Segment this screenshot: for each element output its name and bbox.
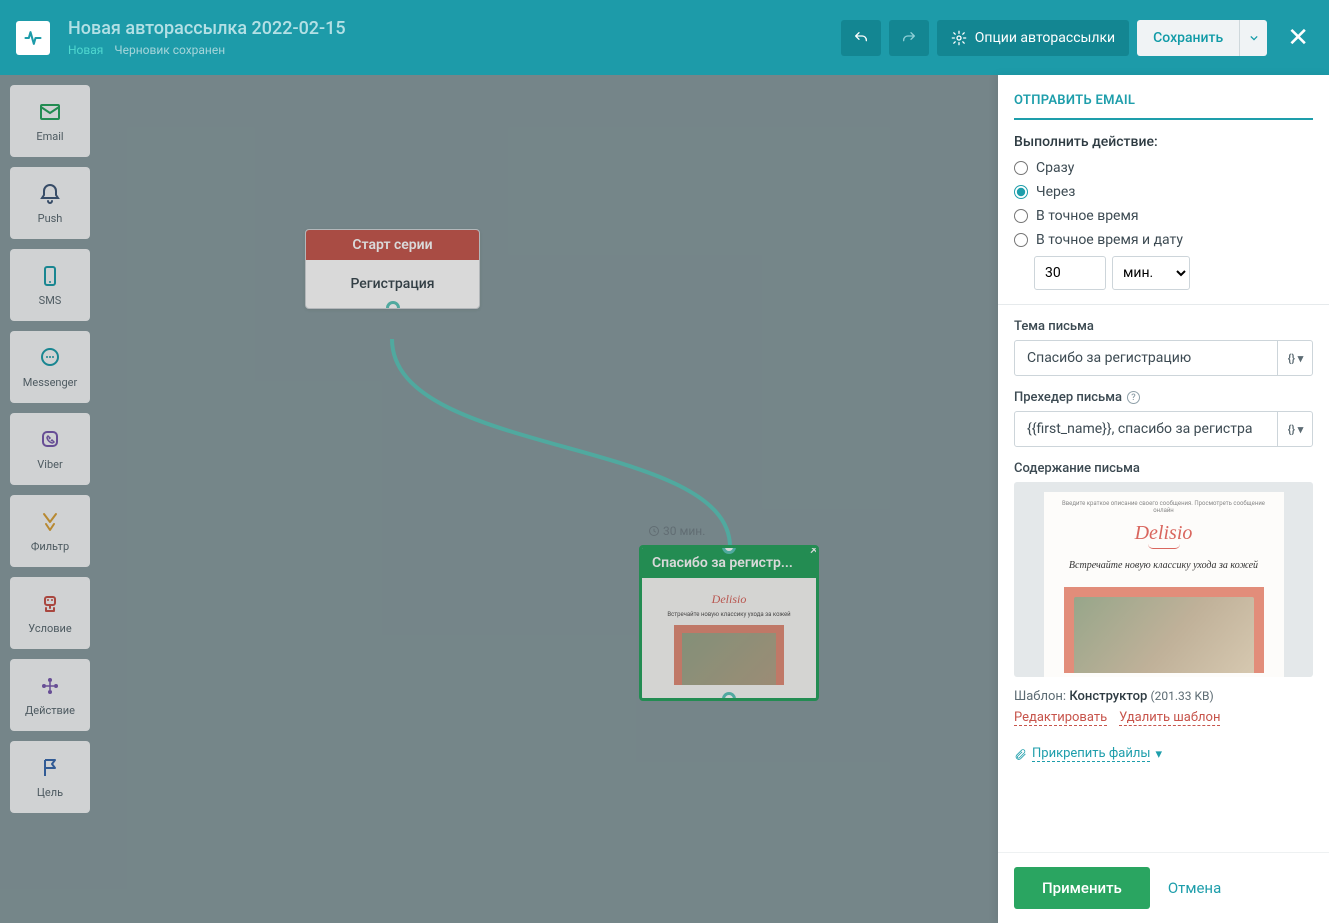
preheader-vars-button[interactable]: {} ▾ <box>1277 411 1313 447</box>
radio-exact-time[interactable]: В точное время <box>1014 208 1313 224</box>
clock-icon <box>648 525 660 537</box>
flow-canvas[interactable]: Старт серии Регистрация 30 мин. ✕ Спасиб… <box>100 75 998 923</box>
radio-after[interactable]: Через <box>1014 184 1313 200</box>
options-button[interactable]: Опции авторассылки <box>937 20 1129 56</box>
gear-icon <box>951 30 967 46</box>
subject-vars-button[interactable]: {} ▾ <box>1277 340 1313 376</box>
app-logo <box>16 21 50 55</box>
email-node-preview: Delisio Встречайте новую классику ухода … <box>642 578 816 698</box>
tool-condition[interactable]: Условие <box>10 577 90 649</box>
subject-input[interactable] <box>1014 340 1313 376</box>
tool-viber[interactable]: Viber <box>10 413 90 485</box>
tool-action[interactable]: Действие <box>10 659 90 731</box>
attach-files[interactable]: Прикрепить файлы ▾ <box>1014 746 1313 762</box>
filter-icon <box>38 510 62 534</box>
email-icon <box>38 100 62 124</box>
delay-badge: 30 мин. <box>648 524 705 538</box>
apply-button[interactable]: Применить <box>1014 867 1150 909</box>
undo-button[interactable] <box>841 20 881 56</box>
top-header: Новая авторассылка 2022-02-15 Новая Черн… <box>0 0 1329 75</box>
status-draft: Черновик сохранен <box>114 43 225 57</box>
radio-immediate[interactable]: Сразу <box>1014 160 1313 176</box>
email-node-port-bottom[interactable] <box>722 692 736 701</box>
save-button[interactable]: Сохранить <box>1137 20 1239 56</box>
start-node-header: Старт серии <box>306 230 479 260</box>
delay-unit-select[interactable]: мин. <box>1112 256 1190 290</box>
panel-title: ОТПРАВИТЬ EMAIL <box>1014 93 1313 120</box>
side-panel: ОТПРАВИТЬ EMAIL Выполнить действие: Сраз… <box>998 75 1329 923</box>
tool-sidebar: Email Push SMS Messenger Viber Фильтр Ус… <box>10 85 90 813</box>
options-label: Опции авторассылки <box>975 30 1115 46</box>
subject-label: Тема письма <box>1014 319 1313 334</box>
panel-footer: Применить Отмена <box>998 852 1329 923</box>
push-icon <box>38 182 62 206</box>
preheader-label: Прехедер письма ? <box>1014 390 1313 405</box>
content-label: Содержание письма <box>1014 461 1313 476</box>
action-icon <box>38 674 62 698</box>
help-icon[interactable]: ? <box>1127 391 1140 404</box>
tool-push[interactable]: Push <box>10 167 90 239</box>
action-label: Выполнить действие: <box>1014 134 1313 150</box>
status-new: Новая <box>68 43 103 57</box>
cancel-link[interactable]: Отмена <box>1168 879 1221 897</box>
tool-sms[interactable]: SMS <box>10 249 90 321</box>
messenger-icon <box>38 346 62 370</box>
delete-template-link[interactable]: Удалить шаблон <box>1119 710 1220 726</box>
close-button[interactable]: ✕ <box>1283 23 1313 53</box>
title-block: Новая авторассылка 2022-02-15 Новая Черн… <box>68 18 841 57</box>
page-title: Новая авторассылка 2022-02-15 <box>68 18 841 39</box>
chevron-down-icon: ▾ <box>1155 747 1162 762</box>
start-node[interactable]: Старт серии Регистрация <box>305 229 480 309</box>
email-node[interactable]: ✕ Спасибо за регистр... Delisio Встречай… <box>639 545 819 701</box>
condition-icon <box>38 592 62 616</box>
tool-messenger[interactable]: Messenger <box>10 331 90 403</box>
delay-value-input[interactable] <box>1034 256 1106 290</box>
edit-template-link[interactable]: Редактировать <box>1014 710 1107 726</box>
start-node-port-bottom[interactable] <box>386 301 400 309</box>
preheader-input[interactable] <box>1014 411 1313 447</box>
viber-icon <box>38 428 62 452</box>
redo-button[interactable] <box>889 20 929 56</box>
tool-filter[interactable]: Фильтр <box>10 495 90 567</box>
tool-email[interactable]: Email <box>10 85 90 157</box>
template-info: Шаблон: Конструктор (201.33 KB) <box>1014 689 1313 704</box>
chevron-down-icon <box>1250 34 1258 42</box>
save-dropdown[interactable] <box>1239 20 1267 56</box>
radio-exact-datetime[interactable]: В точное время и дату <box>1014 232 1313 248</box>
sms-icon <box>38 264 62 288</box>
goal-icon <box>38 756 62 780</box>
paperclip-icon <box>1014 748 1027 761</box>
tool-goal[interactable]: Цель <box>10 741 90 813</box>
content-preview[interactable]: Введите краткое описание своего сообщени… <box>1014 482 1313 677</box>
